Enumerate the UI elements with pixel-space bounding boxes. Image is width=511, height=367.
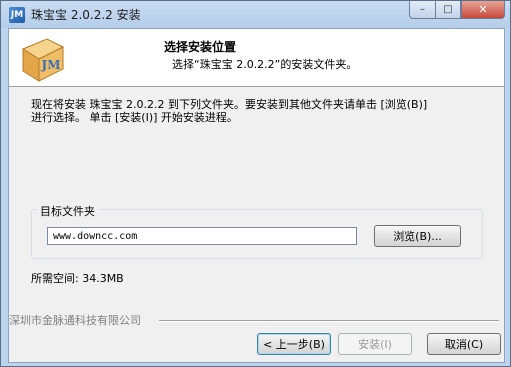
branding-text: 深圳市金脉通科技有限公司 [9,312,145,328]
maximize-icon: □ [443,4,453,15]
dialog-body: JM 选择安装位置 选择“珠宝宝 2.0.2.2”的安装文件夹。 现在将安装 珠… [8,28,505,363]
window-controls: – □ ✕ [409,1,505,20]
close-button[interactable]: ✕ [461,1,505,19]
cancel-button[interactable]: 取消(C) [427,333,501,355]
instruction-text: 现在将安装 珠宝宝 2.0.2.2 到下列文件夹。要安装到其他文件夹请单击 [浏… [31,98,428,124]
minimize-button[interactable]: – [409,1,435,19]
product-logo-icon: JM [21,38,65,82]
minimize-icon: – [420,4,425,15]
title-bar[interactable]: JM 珠宝宝 2.0.2.2 安装 – □ ✕ [1,1,510,28]
installer-window: JM 珠宝宝 2.0.2.2 安装 – □ ✕ JM 选择安装位置 选择“珠宝宝… [0,0,511,367]
browse-button[interactable]: 浏览(B)... [374,225,461,247]
space-required-text: 所需空间: 34.3MB [31,272,124,285]
back-button[interactable]: < 上一步(B) [257,333,331,355]
destination-path-input[interactable] [47,227,357,245]
close-icon: ✕ [478,3,488,16]
logo-text: JM [41,58,61,72]
window-title: 珠宝宝 2.0.2.2 安装 [31,8,141,22]
branding-divider [159,320,499,322]
page-title: 选择安装位置 [164,40,237,54]
install-button[interactable]: 安装(I) [338,333,412,355]
destination-group-label: 目标文件夹 [37,203,98,219]
page-subtitle: 选择“珠宝宝 2.0.2.2”的安装文件夹。 [172,58,358,71]
maximize-button[interactable]: □ [435,1,461,19]
app-logo-icon: JM [9,7,25,23]
wizard-header: JM 选择安装位置 选择“珠宝宝 2.0.2.2”的安装文件夹。 [9,29,504,87]
